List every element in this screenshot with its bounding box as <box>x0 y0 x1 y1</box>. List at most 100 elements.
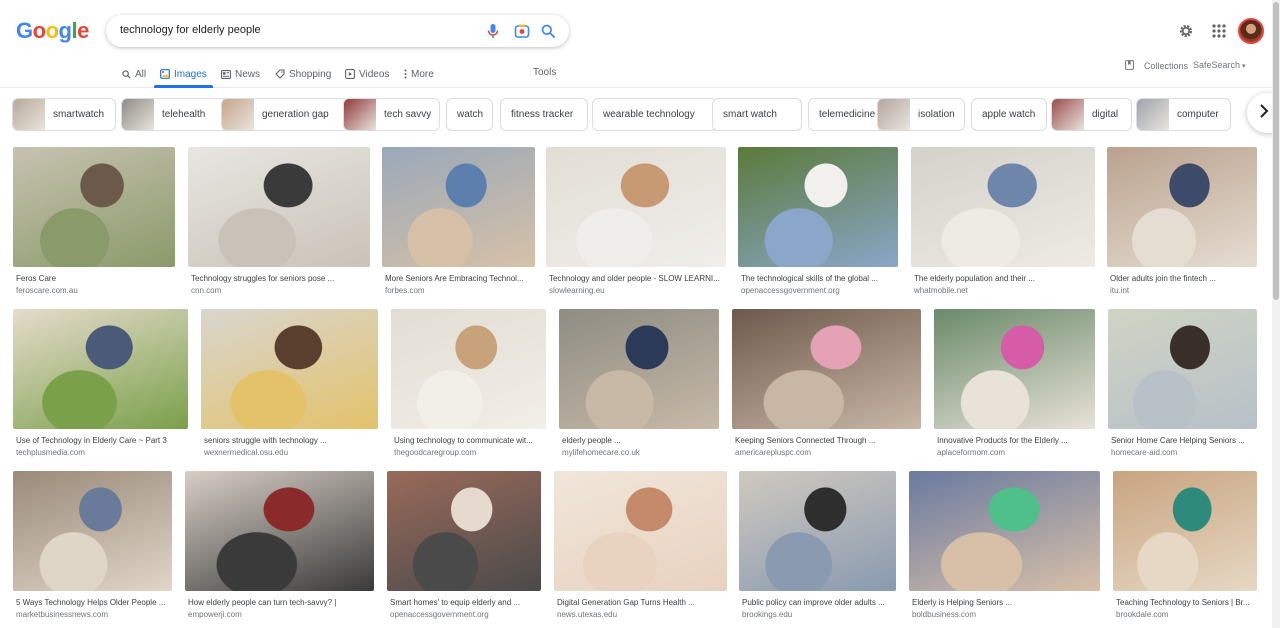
result-source[interactable]: mylifehomecare.co.uk <box>559 448 719 457</box>
result-source[interactable]: homecare-aid.com <box>1108 448 1257 457</box>
result-thumbnail[interactable] <box>1108 309 1257 429</box>
result-title[interactable]: More Seniors Are Embracing Technol... <box>382 274 535 283</box>
image-result[interactable]: The elderly population and their ... what… <box>911 147 1095 295</box>
safesearch-button[interactable]: SafeSearch ▾ <box>1193 60 1246 70</box>
result-source[interactable]: americarepluspc.com <box>732 448 921 457</box>
result-thumbnail[interactable] <box>1113 471 1257 591</box>
result-thumbnail[interactable] <box>739 471 896 591</box>
result-title[interactable]: Technology and older people - SLOW LEARN… <box>546 274 726 283</box>
result-title[interactable]: The elderly population and their ... <box>911 274 1095 283</box>
result-title[interactable]: Keeping Seniors Connected Through ... <box>732 436 921 445</box>
search-box[interactable]: technology for elderly people <box>106 15 569 47</box>
result-title[interactable]: Digital Generation Gap Turns Health ... <box>554 598 727 607</box>
image-result[interactable]: Public policy can improve older adults .… <box>739 471 896 619</box>
result-source[interactable]: openaccessgovernment.org <box>738 286 898 295</box>
image-result[interactable]: More Seniors Are Embracing Technol... for… <box>382 147 535 295</box>
tab-all[interactable]: All <box>121 66 146 82</box>
result-thumbnail[interactable] <box>911 147 1095 267</box>
result-source[interactable]: itu.int <box>1107 286 1257 295</box>
image-result[interactable]: 5 Ways Technology Helps Older People ...… <box>13 471 172 619</box>
result-source[interactable]: wexnermedical.osu.edu <box>201 448 378 457</box>
chip-tech-savvy[interactable]: tech savvy <box>343 98 440 131</box>
result-thumbnail[interactable] <box>1107 147 1257 267</box>
image-result[interactable]: Older adults join the fintech ... itu.int <box>1107 147 1257 295</box>
image-result[interactable]: Keeping Seniors Connected Through ... ame… <box>732 309 921 457</box>
result-source[interactable]: news.utexas.edu <box>554 610 727 619</box>
result-source[interactable]: techplusmedia.com <box>13 448 188 457</box>
result-title[interactable]: Feros Care <box>13 274 175 283</box>
chip-digital[interactable]: digital <box>1051 98 1132 131</box>
tab-news[interactable]: News <box>221 66 260 82</box>
result-source[interactable]: marketbusinessnews.com <box>13 610 172 619</box>
camera-lens-icon[interactable] <box>513 22 531 40</box>
image-result[interactable]: Senior Home Care Helping Seniors ... home… <box>1108 309 1257 457</box>
result-title[interactable]: Using technology to communicate wit... <box>391 436 546 445</box>
result-thumbnail[interactable] <box>201 309 378 429</box>
result-source[interactable]: forbes.com <box>382 286 535 295</box>
account-avatar[interactable] <box>1238 18 1264 44</box>
result-title[interactable]: The technological skills of the global .… <box>738 274 898 283</box>
chip-wearable-technology[interactable]: wearable technology <box>592 98 717 131</box>
result-thumbnail[interactable] <box>382 147 535 267</box>
chip-telehealth[interactable]: telehealth <box>121 98 233 131</box>
result-source[interactable]: cnn.com <box>188 286 370 295</box>
chip-apple-watch[interactable]: apple watch <box>971 98 1047 131</box>
image-result[interactable]: elderly people ... mylifehomecare.co.uk <box>559 309 719 457</box>
result-source[interactable]: brookings.edu <box>739 610 896 619</box>
result-title[interactable]: 5 Ways Technology Helps Older People ... <box>13 598 172 607</box>
result-thumbnail[interactable] <box>185 471 374 591</box>
chip-smartwatch[interactable]: smartwatch <box>12 98 116 131</box>
google-logo[interactable]: Google <box>16 18 89 44</box>
result-thumbnail[interactable] <box>738 147 898 267</box>
image-result[interactable]: How elderly people can turn tech-savvy? … <box>185 471 374 619</box>
result-title[interactable]: elderly people ... <box>559 436 719 445</box>
image-result[interactable]: Use of Technology in Elderly Care ~ Part… <box>13 309 188 457</box>
result-source[interactable]: brookdale.com <box>1113 610 1257 619</box>
image-result[interactable]: Using technology to communicate wit... th… <box>391 309 546 457</box>
image-result[interactable]: Digital Generation Gap Turns Health ... n… <box>554 471 727 619</box>
result-title[interactable]: Smart homes' to equip elderly and ... <box>387 598 541 607</box>
chip-smart-watch[interactable]: smart watch <box>712 98 802 131</box>
microphone-icon[interactable] <box>484 22 502 40</box>
result-source[interactable]: empowerji.com <box>185 610 374 619</box>
scrollbar-thumb[interactable] <box>1273 2 1279 300</box>
result-source[interactable]: aplaceformom.com <box>934 448 1095 457</box>
result-source[interactable]: openaccessgovernment.org <box>387 610 541 619</box>
result-thumbnail[interactable] <box>559 309 719 429</box>
result-thumbnail[interactable] <box>934 309 1095 429</box>
result-thumbnail[interactable] <box>909 471 1100 591</box>
image-result[interactable]: Elderly is Helping Seniors ... boldbusine… <box>909 471 1100 619</box>
result-title[interactable]: Technology struggles for seniors pose ..… <box>188 274 370 283</box>
result-title[interactable]: Teaching Technology to Seniors | Br... <box>1113 598 1257 607</box>
tab-images[interactable]: Images <box>160 66 207 82</box>
result-thumbnail[interactable] <box>391 309 546 429</box>
result-title[interactable]: How elderly people can turn tech-savvy? … <box>185 598 374 607</box>
result-title[interactable]: Older adults join the fintech ... <box>1107 274 1257 283</box>
chip-watch[interactable]: watch <box>446 98 493 131</box>
tab-videos[interactable]: Videos <box>345 66 389 82</box>
result-thumbnail[interactable] <box>387 471 541 591</box>
image-result[interactable]: Teaching Technology to Seniors | Br... br… <box>1113 471 1257 619</box>
result-source[interactable]: slowlearning.eu <box>546 286 726 295</box>
search-icon[interactable] <box>539 22 557 40</box>
tools-button[interactable]: Tools <box>533 67 556 78</box>
tab-shopping[interactable]: Shopping <box>275 66 331 82</box>
result-thumbnail[interactable] <box>732 309 921 429</box>
result-title[interactable]: Senior Home Care Helping Seniors ... <box>1108 436 1257 445</box>
result-thumbnail[interactable] <box>13 309 188 429</box>
result-title[interactable]: Elderly is Helping Seniors ... <box>909 598 1100 607</box>
result-source[interactable]: feroscare.com.au <box>13 286 175 295</box>
result-source[interactable]: boldbusiness.com <box>909 610 1100 619</box>
chip-fitness-tracker[interactable]: fitness tracker <box>500 98 588 131</box>
result-source[interactable]: whatmobile.net <box>911 286 1095 295</box>
result-title[interactable]: Public policy can improve older adults .… <box>739 598 896 607</box>
image-result[interactable]: Feros Care feroscare.com.au <box>13 147 175 295</box>
result-title[interactable]: Innovative Products for the Elderly ... <box>934 436 1095 445</box>
image-result[interactable]: Technology struggles for seniors pose ..… <box>188 147 370 295</box>
result-title[interactable]: seniors struggle with technology ... <box>201 436 378 445</box>
result-thumbnail[interactable] <box>13 147 175 267</box>
result-title[interactable]: Use of Technology in Elderly Care ~ Part… <box>13 436 188 445</box>
collections-button[interactable]: Collections <box>1125 60 1188 72</box>
image-result[interactable]: Smart homes' to equip elderly and ... ope… <box>387 471 541 619</box>
tab-more[interactable]: More <box>403 66 434 82</box>
